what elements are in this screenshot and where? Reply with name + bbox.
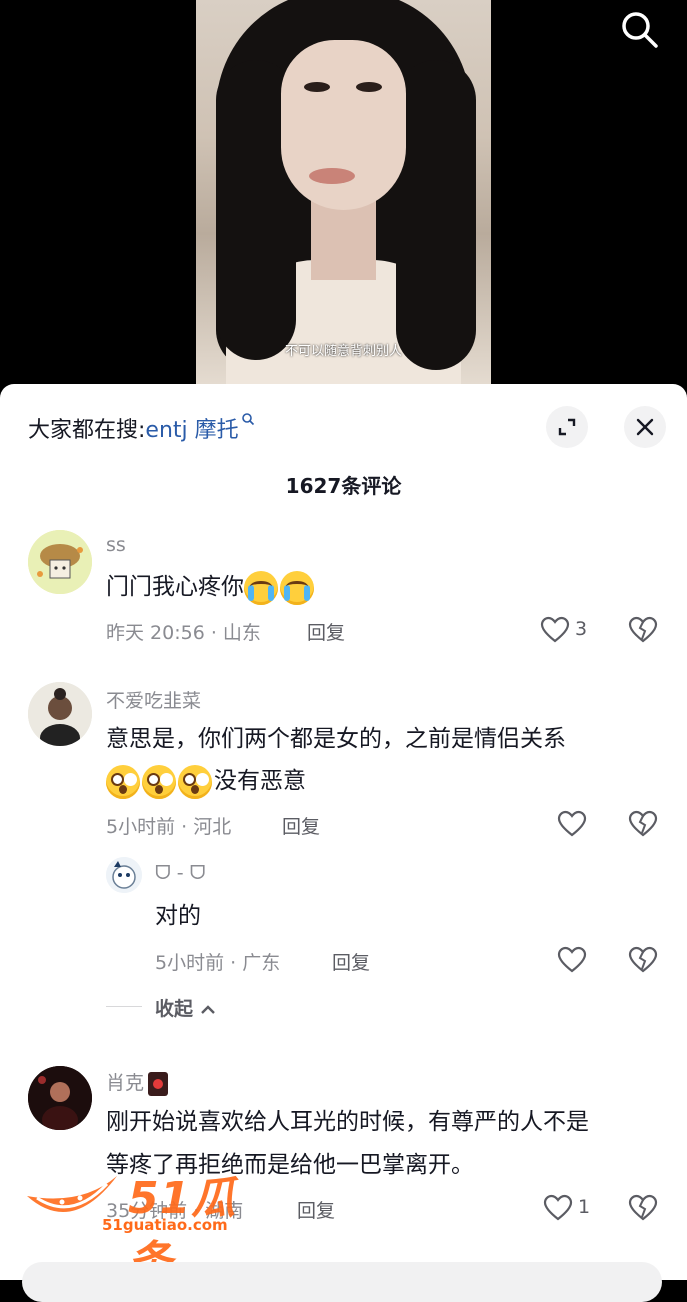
- comment-text-body: 没有恶意: [214, 768, 306, 794]
- expand-icon: [558, 418, 576, 436]
- video-eye-right: [356, 82, 382, 92]
- comment-username-text: 肖克: [106, 1072, 145, 1094]
- like-count: 3: [575, 618, 588, 640]
- expand-button[interactable]: [546, 406, 588, 448]
- broken-heart-icon[interactable]: [628, 1193, 658, 1223]
- video-eye-left: [304, 82, 330, 92]
- reply-button[interactable]: 回复: [297, 1196, 335, 1223]
- collapse-replies-button[interactable]: 收起: [155, 994, 216, 1021]
- shocked-face-icon: [178, 764, 212, 799]
- broken-heart-icon[interactable]: [628, 809, 658, 839]
- heart-icon[interactable]: [557, 945, 587, 975]
- collapse-label: 收起: [155, 998, 194, 1020]
- comment-sheet-header: 大家都在搜:entj 摩托: [0, 384, 687, 474]
- avatar[interactable]: [28, 530, 92, 594]
- like-count: 1: [578, 1196, 591, 1218]
- video-subtitle: 不可以随意背刺别人: [284, 344, 402, 359]
- comment-text: 门门我心疼你: [106, 566, 316, 608]
- search-icon: [622, 12, 658, 48]
- chevron-up-icon: [200, 1004, 215, 1014]
- avatar[interactable]: [28, 682, 92, 746]
- broken-heart-icon[interactable]: [628, 615, 658, 645]
- heart-icon[interactable]: [557, 809, 587, 839]
- close-button[interactable]: [624, 406, 666, 448]
- hot-search-prefix: 大家都在搜:: [28, 418, 146, 443]
- cartoon-avatar-icon: [106, 857, 142, 893]
- shocked-face-icon: [106, 764, 140, 799]
- card-badge-icon: [148, 1071, 169, 1096]
- avatar[interactable]: [28, 1066, 92, 1130]
- reply-button[interactable]: 回复: [332, 948, 370, 975]
- video-lips: [309, 168, 355, 184]
- comment-meta: 5小时前 · 河北: [106, 816, 232, 838]
- comment-username[interactable]: 肖克: [106, 1068, 169, 1096]
- hot-search-keyword[interactable]: entj 摩托: [145, 418, 238, 443]
- hot-search-link[interactable]: 大家都在搜:entj 摩托: [28, 412, 255, 444]
- video-frame[interactable]: 不可以随意背刺别人: [196, 0, 491, 390]
- comment-text-line2: 没有恶意: [106, 760, 306, 802]
- comment-input-bar[interactable]: [22, 1262, 662, 1302]
- crying-face-icon: [280, 570, 314, 605]
- comment-count: 1627条评论: [285, 474, 402, 498]
- comment-text-line1: 刚开始说喜欢给人耳光的时候，有尊严的人不是: [106, 1109, 589, 1135]
- comment-text-body: 门门我心疼你: [106, 574, 244, 600]
- reply-button[interactable]: 回复: [307, 618, 345, 645]
- collapse-divider: [106, 1006, 142, 1007]
- video-person-face: [281, 40, 406, 210]
- search-button[interactable]: [618, 8, 662, 52]
- video-player[interactable]: 不可以随意背刺别人: [0, 0, 687, 400]
- person-dark-avatar-icon: [28, 1066, 92, 1130]
- comment-username[interactable]: 不爱吃韭菜: [106, 686, 201, 713]
- comment-username[interactable]: ᗜ - ᗜ: [155, 862, 205, 884]
- comment-meta: 5小时前 · 广东: [155, 952, 281, 974]
- heart-icon[interactable]: [543, 1193, 573, 1223]
- shocked-face-icon: [142, 764, 176, 799]
- broken-heart-icon[interactable]: [628, 945, 658, 975]
- person-avatar-icon: [28, 682, 92, 746]
- comment-username[interactable]: ss: [106, 534, 126, 556]
- small-search-icon: [241, 413, 254, 426]
- avatar[interactable]: [106, 857, 142, 893]
- comment-text: 对的: [155, 903, 201, 929]
- comment-text-line1: 意思是，你们两个都是女的，之前是情侣关系: [106, 726, 566, 752]
- watermark: 51瓜条 51guatiao.com: [22, 1162, 272, 1288]
- video-hair-right: [396, 60, 476, 370]
- reply-button[interactable]: 回复: [282, 812, 320, 839]
- watermark-url: 51guatiao.com: [102, 1216, 228, 1234]
- mushroom-avatar-icon: [28, 530, 92, 594]
- comment-meta: 昨天 20:56 · 山东: [106, 622, 261, 644]
- heart-icon[interactable]: [540, 615, 570, 645]
- crying-face-icon: [244, 570, 278, 605]
- close-icon: [636, 418, 654, 436]
